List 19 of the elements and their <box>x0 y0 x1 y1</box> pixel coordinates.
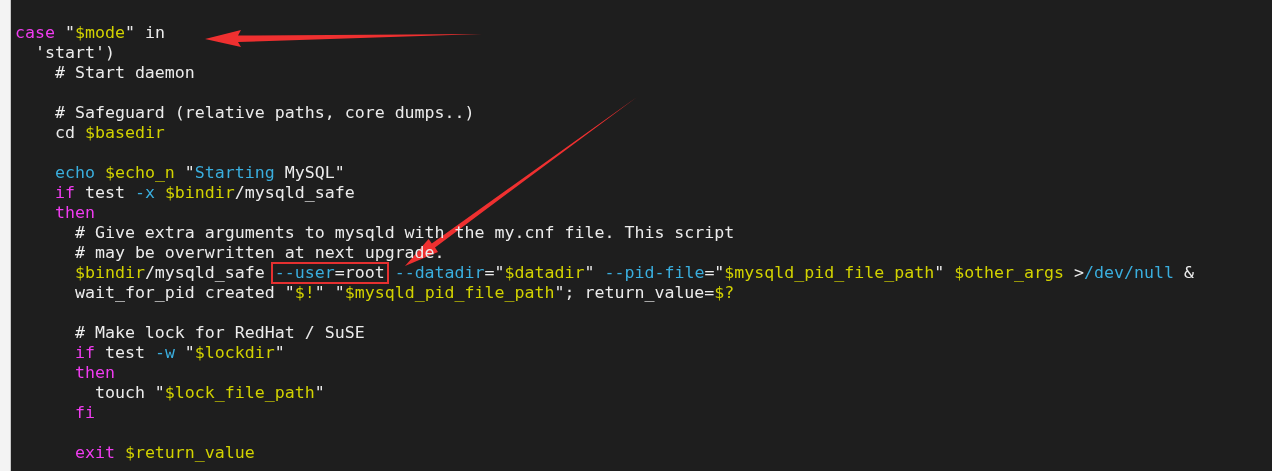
code-line: if test -x $bindir/mysqld_safe <box>53 183 355 203</box>
code-line: touch "$lock_file_path" <box>93 383 325 403</box>
code-line: # Safeguard (relative paths, core dumps..) <box>53 103 475 123</box>
code-line: wait_for_pid created "$!" "$mysqld_pid_file_path"; return_value=$? <box>73 283 735 303</box>
code-line: 'start') <box>33 43 115 63</box>
code-line: exit $return_value <box>73 443 255 463</box>
code-line: $bindir/mysqld_safe <box>73 263 266 283</box>
code-line: # Start daemon <box>53 63 195 83</box>
highlighted-code: --user=root <box>270 262 389 284</box>
code-line: # Give extra arguments to mysqld with the my.cnf file. This script <box>73 223 735 243</box>
code-line: then <box>53 203 95 223</box>
code-line: cd $basedir <box>53 123 165 143</box>
code-line: echo $echo_n "Starting MySQL" <box>53 163 345 183</box>
code-line: case "$mode" in <box>15 23 165 43</box>
code-line: --datadir="$datadir" --pid-file="$mysqld_pid_file_path" $other_args >/dev/null & <box>393 263 1194 283</box>
code-line: then <box>73 363 115 383</box>
code-line: fi <box>73 403 95 423</box>
code-line: if test -w "$lockdir" <box>73 343 285 363</box>
code-line: # Make lock for RedHat / SuSE <box>73 323 365 343</box>
